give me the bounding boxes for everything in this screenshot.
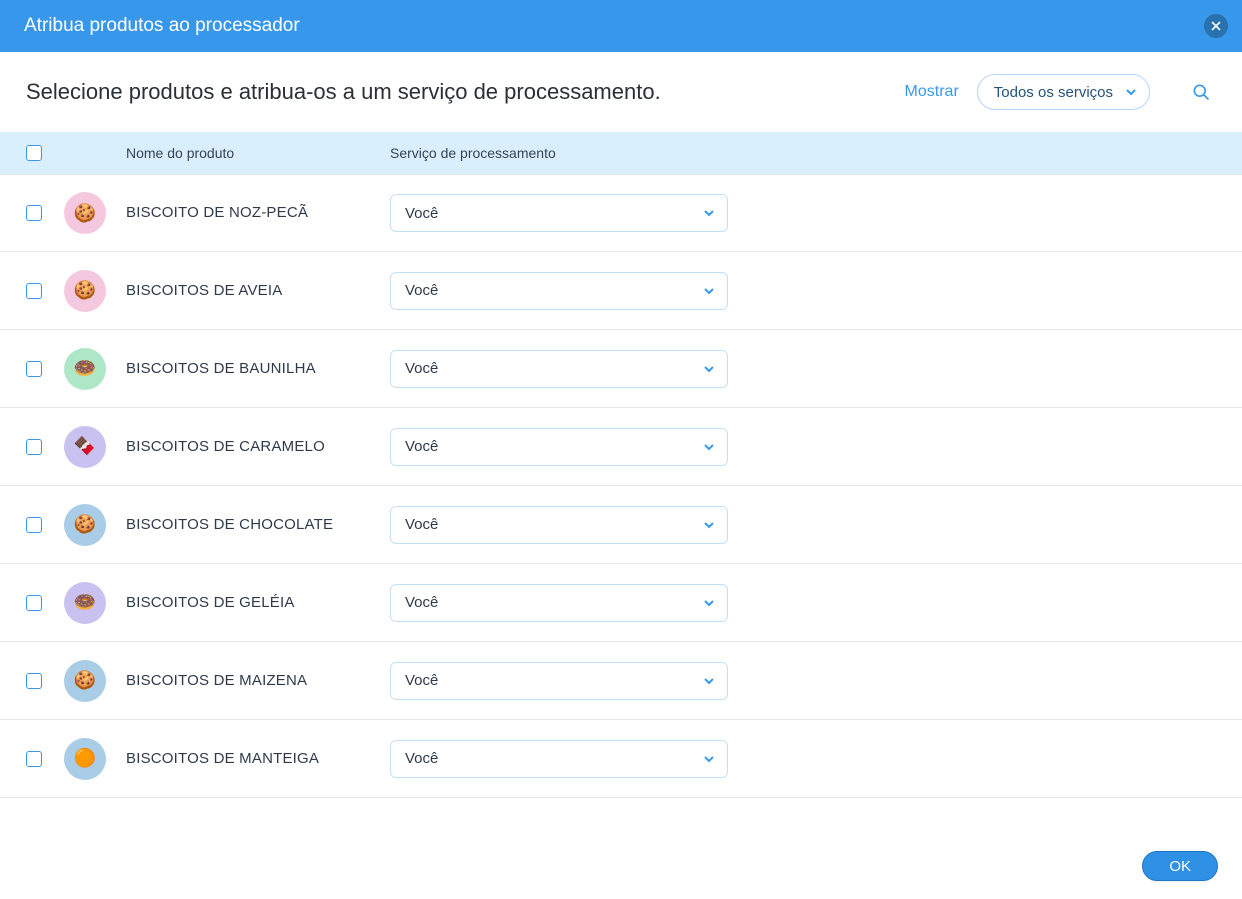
product-thumbnail: 🍩 — [64, 582, 106, 624]
product-name: BISCOITOS DE MAIZENA — [126, 672, 307, 689]
close-icon — [1211, 21, 1221, 31]
service-select[interactable]: Você — [390, 350, 728, 388]
search-button[interactable] — [1186, 77, 1216, 107]
dialog-header: Atribua produtos ao processador — [0, 0, 1242, 52]
table-row: 🍩 BISCOITOS DE GELÉIA Você — [0, 564, 1242, 642]
service-select-value: Você — [405, 438, 438, 455]
row-checkbox[interactable] — [26, 673, 42, 689]
service-select[interactable]: Você — [390, 272, 728, 310]
service-select[interactable]: Você — [390, 428, 728, 466]
product-name: BISCOITOS DE CARAMELO — [126, 438, 325, 455]
row-checkbox[interactable] — [26, 361, 42, 377]
service-select-value: Você — [405, 672, 438, 689]
chevron-down-icon — [703, 597, 715, 609]
chevron-down-icon — [703, 441, 715, 453]
service-select[interactable]: Você — [390, 584, 728, 622]
chevron-down-icon — [703, 519, 715, 531]
product-name: BISCOITO DE NOZ-PECÃ — [126, 204, 308, 221]
table-row: 🍫 BISCOITOS DE CARAMELO Você — [0, 408, 1242, 486]
service-select-value: Você — [405, 205, 438, 222]
chevron-down-icon — [703, 753, 715, 765]
service-select[interactable]: Você — [390, 194, 728, 232]
dialog-footer: OK — [0, 833, 1242, 899]
column-header-name: Nome do produto — [126, 145, 390, 161]
product-thumbnail: 🍪 — [64, 192, 106, 234]
column-header-service: Serviço de processamento — [390, 145, 1216, 161]
product-thumbnail: 🍪 — [64, 660, 106, 702]
table-row: 🍪 BISCOITOS DE CHOCOLATE Você — [0, 486, 1242, 564]
service-select-value: Você — [405, 750, 438, 767]
dialog-title: Atribua produtos ao processador — [24, 15, 300, 37]
service-select-value: Você — [405, 516, 438, 533]
product-name: BISCOITOS DE AVEIA — [126, 282, 282, 299]
product-thumbnail: 🟠 — [64, 738, 106, 780]
row-checkbox[interactable] — [26, 283, 42, 299]
product-thumbnail: 🍪 — [64, 270, 106, 312]
service-filter-value: Todos os serviços — [994, 84, 1113, 101]
table-row: 🟠 BISCOITOS DE MANTEIGA Você — [0, 720, 1242, 798]
table-row: 🍪 BISCOITOS DE MAIZENA Você — [0, 642, 1242, 720]
chevron-down-icon — [703, 207, 715, 219]
instruction-text: Selecione produtos e atribua-os a um ser… — [26, 79, 887, 105]
table-rows: 🍪 BISCOITO DE NOZ-PECÃ Você 🍪 BISCOITOS … — [0, 174, 1242, 798]
product-thumbnail: 🍫 — [64, 426, 106, 468]
service-select[interactable]: Você — [390, 662, 728, 700]
product-name: BISCOITOS DE BAUNILHA — [126, 360, 316, 377]
chevron-down-icon — [703, 675, 715, 687]
chevron-down-icon — [703, 363, 715, 375]
row-checkbox[interactable] — [26, 517, 42, 533]
ok-button-label: OK — [1169, 858, 1191, 875]
close-button[interactable] — [1204, 14, 1228, 38]
row-checkbox[interactable] — [26, 595, 42, 611]
select-all-checkbox[interactable] — [26, 145, 42, 161]
row-checkbox[interactable] — [26, 439, 42, 455]
table-row: 🍩 BISCOITOS DE BAUNILHA Você — [0, 330, 1242, 408]
product-thumbnail: 🍪 — [64, 504, 106, 546]
table-header: Nome do produto Serviço de processamento — [0, 132, 1242, 174]
chevron-down-icon — [1125, 86, 1137, 98]
toolbar: Selecione produtos e atribua-os a um ser… — [0, 52, 1242, 132]
service-select-value: Você — [405, 360, 438, 377]
product-name: BISCOITOS DE MANTEIGA — [126, 750, 319, 767]
service-filter-select[interactable]: Todos os serviços — [977, 74, 1150, 110]
service-select[interactable]: Você — [390, 740, 728, 778]
service-select-value: Você — [405, 594, 438, 611]
show-label: Mostrar — [905, 83, 959, 101]
service-select-value: Você — [405, 282, 438, 299]
product-thumbnail: 🍩 — [64, 348, 106, 390]
row-checkbox[interactable] — [26, 751, 42, 767]
row-checkbox[interactable] — [26, 205, 42, 221]
product-name: BISCOITOS DE GELÉIA — [126, 594, 295, 611]
table-row: 🍪 BISCOITOS DE AVEIA Você — [0, 252, 1242, 330]
service-select[interactable]: Você — [390, 506, 728, 544]
product-name: BISCOITOS DE CHOCOLATE — [126, 516, 333, 533]
chevron-down-icon — [703, 285, 715, 297]
table-row: 🍪 BISCOITO DE NOZ-PECÃ Você — [0, 174, 1242, 252]
search-icon — [1191, 82, 1211, 102]
ok-button[interactable]: OK — [1142, 851, 1218, 881]
